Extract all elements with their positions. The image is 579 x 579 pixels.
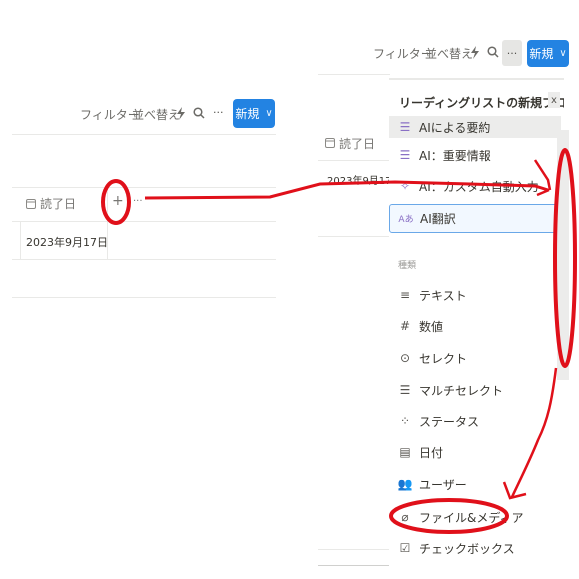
annotation-circle-add [101, 179, 131, 225]
annotation-line [144, 180, 549, 200]
annotation-circle-files [389, 498, 509, 534]
annotation-circle-scrollbar [553, 148, 577, 368]
annotation-overlay [101, 148, 577, 534]
annotation-arrow-down [510, 367, 558, 498]
